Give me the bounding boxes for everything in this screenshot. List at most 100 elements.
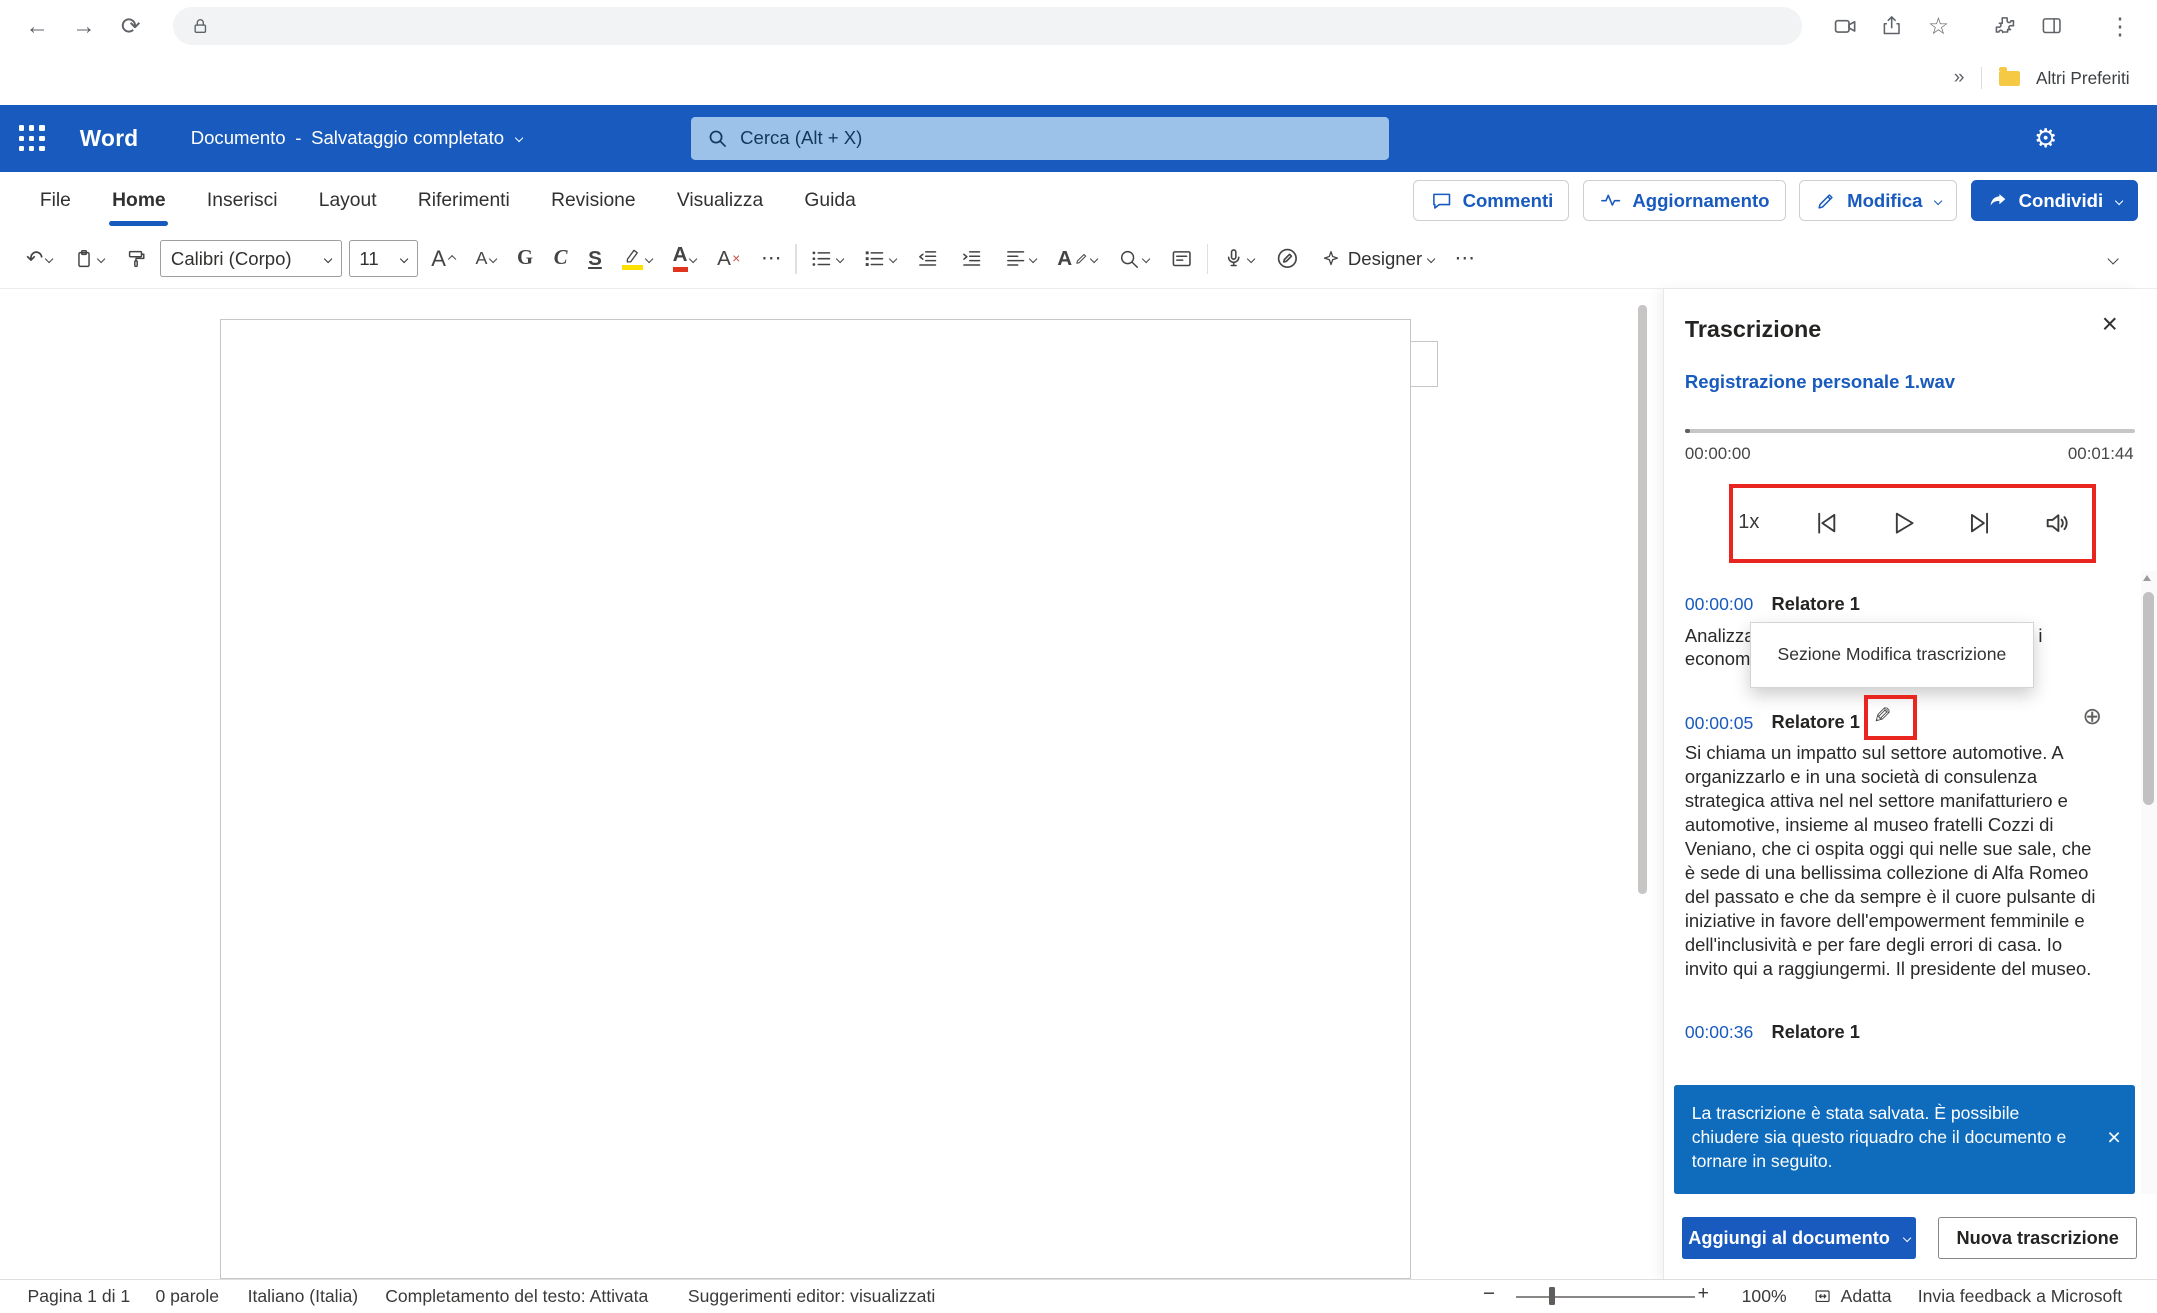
close-pane-icon[interactable]: × [2102, 308, 2118, 340]
decrease-indent-button[interactable] [909, 238, 946, 279]
extensions-icon[interactable] [1981, 3, 2028, 50]
tab-guida[interactable]: Guida [784, 172, 877, 230]
tab-riferimenti[interactable]: Riferimenti [397, 172, 530, 230]
tab-inserisci[interactable]: Inserisci [186, 172, 298, 230]
tab-visualizza[interactable]: Visualizza [656, 172, 784, 230]
document-scrollbar[interactable] [1638, 305, 1646, 894]
search-box[interactable] [691, 117, 1390, 160]
new-transcription-button[interactable]: Nuova trascrizione [1938, 1217, 2137, 1258]
add-to-document-button[interactable]: Aggiungi al documento [1682, 1217, 1916, 1258]
audio-progress-bar[interactable] [1685, 429, 2135, 433]
bold-button[interactable]: G [510, 238, 540, 279]
text-completion-status[interactable]: Completamento del testo: Attivata [385, 1286, 648, 1307]
browser-menu-icon[interactable]: ⋮ [2097, 3, 2144, 50]
chevron-down-icon [96, 254, 105, 263]
word-count[interactable]: 0 parole [155, 1286, 219, 1307]
notification-close-icon[interactable]: × [2107, 1125, 2121, 1149]
search-input[interactable] [740, 127, 1373, 149]
highlight-color-button[interactable] [616, 238, 659, 279]
comments-button[interactable]: Commenti [1413, 180, 1569, 221]
skip-back-button[interactable] [1808, 505, 1844, 541]
recording-file-link[interactable]: Registrazione personale 1.wav [1685, 371, 1955, 393]
chevron-down-icon [1090, 254, 1099, 263]
immersive-reader-button[interactable] [1163, 238, 1200, 279]
divider [795, 244, 796, 274]
address-bar[interactable] [173, 7, 1802, 46]
underline-button[interactable]: S [581, 238, 609, 279]
tab-revisione[interactable]: Revisione [530, 172, 656, 230]
collapse-ribbon-icon[interactable] [2097, 238, 2125, 279]
zoom-slider-track[interactable] [1516, 1296, 1695, 1298]
document-title[interactable]: Documento - Salvataggio completato [191, 127, 523, 149]
undo-button[interactable]: ↶ [19, 238, 59, 279]
volume-button[interactable] [2039, 505, 2075, 541]
edit-transcript-pencil-icon[interactable]: ✎ [1873, 703, 1891, 729]
font-size-select[interactable]: 11 [349, 240, 418, 277]
entry-speaker: Relatore 1 [1772, 593, 1860, 615]
clear-formatting-button[interactable]: A× [710, 238, 747, 279]
shrink-font-button[interactable]: A [469, 238, 504, 279]
tab-layout[interactable]: Layout [298, 172, 397, 230]
zoom-slider-thumb[interactable] [1549, 1287, 1555, 1305]
share-document-button[interactable]: Condividi [1971, 180, 2138, 221]
editor-button[interactable] [1268, 238, 1307, 279]
settings-gear-icon[interactable]: ⚙ [2022, 105, 2069, 172]
back-button[interactable]: ← [14, 3, 61, 50]
editing-mode-button[interactable]: Modifica [1799, 180, 1957, 221]
italic-button[interactable]: C [547, 238, 575, 279]
save-status: Salvataggio completato [311, 127, 504, 149]
feedback-link[interactable]: Invia feedback a Microsoft [1918, 1286, 2122, 1307]
language-selector[interactable]: Italiano (Italia) [248, 1286, 359, 1307]
dictate-button[interactable] [1215, 238, 1261, 279]
styles-button[interactable]: A [1050, 238, 1104, 279]
chevron-down-icon [888, 254, 897, 263]
more-commands-button[interactable]: ⋯ [1448, 238, 1482, 279]
document-page[interactable] [220, 319, 1411, 1279]
entry-text-fragment: econom [1685, 648, 1751, 670]
zoom-out-button[interactable]: − [1483, 1282, 1495, 1306]
playback-speed-button[interactable]: 1x [1731, 505, 1767, 541]
format-painter-button[interactable] [118, 238, 154, 279]
play-button[interactable] [1885, 505, 1921, 541]
chevron-down-icon [45, 254, 54, 263]
scrollbar-thumb[interactable] [2143, 592, 2154, 805]
bullet-list-button[interactable] [804, 238, 850, 279]
add-section-to-document-icon[interactable]: ⊕ [2082, 702, 2102, 730]
paste-button[interactable] [66, 238, 111, 279]
page-count[interactable]: Pagina 1 di 1 [28, 1286, 131, 1307]
find-button[interactable] [1111, 238, 1156, 279]
numbered-list-button[interactable] [857, 238, 903, 279]
grow-font-button[interactable]: A [424, 238, 461, 279]
chevron-down-icon [1029, 254, 1038, 263]
share-icon[interactable] [1868, 3, 1915, 50]
bookmark-star-icon[interactable]: ☆ [1915, 3, 1962, 50]
time-total: 00:01:44 [2068, 444, 2134, 464]
camera-icon[interactable] [1822, 3, 1869, 50]
other-favorites-label[interactable]: Altri Preferiti [2036, 68, 2130, 89]
font-name-select[interactable]: Calibri (Corpo) [160, 240, 342, 277]
forward-button[interactable]: → [61, 3, 108, 50]
scrollbar-up-arrow[interactable] [2143, 575, 2151, 581]
panel-scrollbar[interactable] [2141, 571, 2156, 1194]
zoom-level[interactable]: 100% [1742, 1286, 1787, 1307]
skip-forward-button[interactable] [1962, 505, 1998, 541]
zoom-in-button[interactable]: + [1698, 1283, 1709, 1305]
side-panel-icon[interactable] [2028, 3, 2075, 50]
chevron-down-icon [515, 134, 524, 143]
font-color-button[interactable]: A [666, 238, 704, 279]
tab-file[interactable]: File [19, 172, 91, 230]
fit-label[interactable]: Adatta [1841, 1286, 1892, 1307]
increase-indent-button[interactable] [953, 238, 990, 279]
chevron-down-icon [1933, 196, 1942, 205]
align-button[interactable] [997, 238, 1043, 279]
app-launcher-icon[interactable] [0, 105, 63, 172]
tab-home[interactable]: Home [92, 172, 187, 230]
editor-suggestions-status[interactable]: Suggerimenti editor: visualizzati [688, 1286, 935, 1307]
more-font-options-button[interactable]: ⋯ [754, 238, 788, 279]
reload-button[interactable]: ⟳ [107, 3, 154, 50]
designer-button[interactable]: Designer [1313, 238, 1440, 279]
entry-timestamp: 00:00:00 [1685, 594, 1754, 615]
bookmarks-overflow-chevrons[interactable]: » [1954, 67, 1965, 89]
fit-width-icon[interactable] [1813, 1287, 1832, 1306]
updates-button[interactable]: Aggiornamento [1583, 180, 1785, 221]
